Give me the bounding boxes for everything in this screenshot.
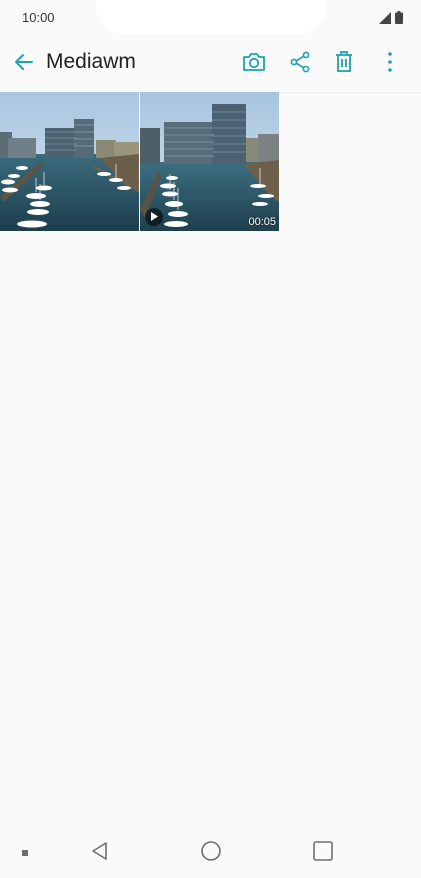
photo-thumbnail[interactable] [0, 92, 139, 231]
status-time: 10:00 [22, 10, 55, 25]
share-icon [288, 50, 312, 79]
trash-icon [333, 50, 355, 79]
delete-button[interactable] [328, 48, 360, 80]
play-badge [145, 208, 163, 226]
navigation-bar [0, 828, 421, 878]
status-bar: 10:00 [0, 0, 421, 36]
back-triangle-icon [89, 840, 111, 867]
battery-icon [395, 11, 403, 29]
app-bar: Mediawm [0, 36, 421, 93]
back-button[interactable] [8, 48, 40, 80]
camera-button[interactable] [238, 48, 270, 80]
camera-icon [241, 51, 267, 78]
nav-indicator-dot [22, 850, 28, 856]
display-notch [96, 0, 326, 34]
video-thumbnail[interactable]: 00:05 [140, 92, 279, 231]
harbor-video-image [140, 92, 279, 231]
status-icons [379, 11, 403, 29]
more-vert-icon [387, 51, 393, 78]
page-title: Mediawm [46, 50, 136, 73]
more-options-button[interactable] [374, 48, 406, 80]
gallery-screen: 10:00 Mediawm 00:05 [0, 0, 421, 878]
nav-recents-button[interactable] [310, 840, 336, 866]
nav-home-button[interactable] [198, 840, 224, 866]
harbor-photo-image [0, 92, 139, 231]
media-grid: 00:05 [0, 92, 279, 231]
share-button[interactable] [284, 48, 316, 80]
video-duration: 00:05 [248, 216, 276, 228]
signal-icon [379, 11, 391, 29]
nav-back-button[interactable] [87, 840, 113, 866]
recents-square-icon [312, 840, 334, 867]
play-icon [150, 208, 158, 226]
home-circle-icon [200, 840, 222, 867]
back-arrow-icon [13, 51, 35, 78]
